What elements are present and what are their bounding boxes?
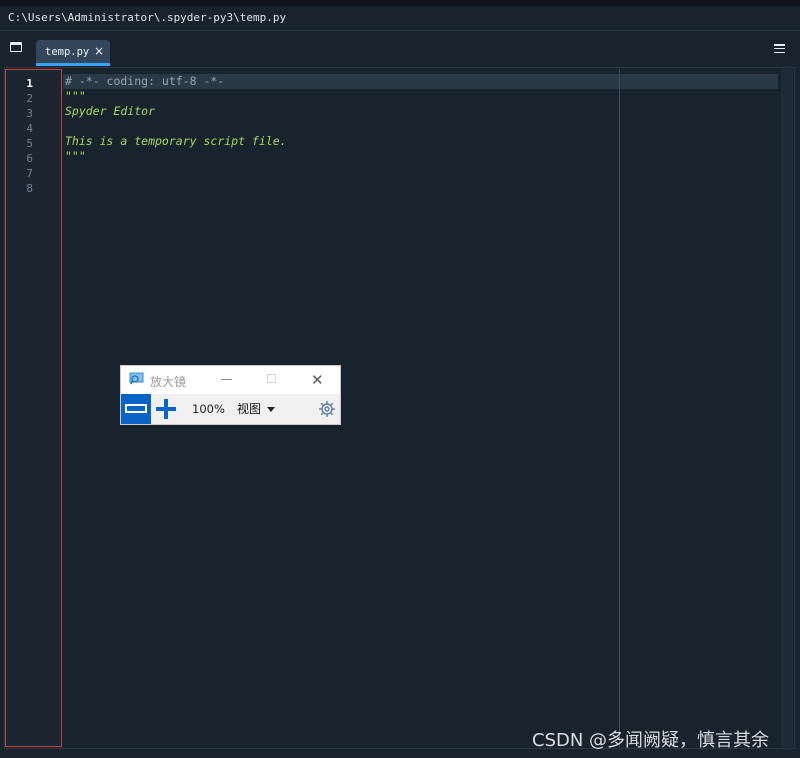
watermark: CSDN @多闻阙疑，慎言其余 [532, 730, 770, 751]
magnifier-titlebar[interactable]: 放大镜 ✕ [121, 366, 340, 394]
tab-label: temp.py [45, 46, 90, 58]
line-number: 4 [26, 122, 33, 135]
code-line: Spyder Editor [65, 104, 156, 118]
line-number: 8 [26, 182, 33, 195]
view-menu-button[interactable]: 视图 [237, 400, 261, 417]
hamburger-menu-icon[interactable] [774, 44, 785, 54]
line-number: 3 [26, 107, 33, 120]
vertical-scrollbar[interactable] [781, 69, 793, 747]
zoom-out-button[interactable] [121, 394, 151, 424]
minus-icon [125, 404, 147, 413]
minimize-icon[interactable] [221, 379, 232, 380]
close-icon[interactable]: ✕ [311, 371, 324, 389]
line-number: 7 [26, 167, 33, 180]
chevron-down-icon[interactable] [267, 407, 275, 412]
close-icon[interactable]: × [94, 44, 104, 58]
line-number: 2 [26, 92, 33, 105]
code-line: # -*- coding: utf-8 -*- [65, 74, 225, 88]
active-tab-indicator [36, 63, 110, 66]
editor-tab-bar: temp.py × [0, 31, 800, 67]
zoom-level: 100% [192, 402, 225, 416]
plus-icon-vertical [164, 399, 168, 419]
magnifier-window[interactable]: 放大镜 ✕ 100% 视图 [120, 365, 341, 425]
line-number-gutter: 1 2 3 4 5 6 7 8 [5, 69, 62, 747]
code-line: """ [65, 89, 86, 103]
maximize-icon[interactable] [267, 374, 276, 383]
code-line: """ [65, 149, 86, 163]
magnifier-toolbar: 100% 视图 [121, 394, 340, 424]
line-number: 6 [26, 152, 33, 165]
edge-line-marker [619, 69, 620, 747]
file-path: C:\Users\Administrator\.spyder-py3\temp.… [8, 11, 287, 24]
file-path-bar: C:\Users\Administrator\.spyder-py3\temp.… [0, 6, 800, 31]
line-number: 1 [26, 77, 33, 90]
gear-icon[interactable] [318, 400, 336, 418]
line-number: 5 [26, 137, 33, 150]
magnifier-app-icon [129, 372, 144, 385]
magnifier-title: 放大镜 [150, 375, 187, 389]
code-line: This is a temporary script file. [65, 134, 287, 148]
zoom-in-button[interactable] [152, 394, 180, 424]
browse-tabs-icon[interactable] [10, 42, 22, 52]
